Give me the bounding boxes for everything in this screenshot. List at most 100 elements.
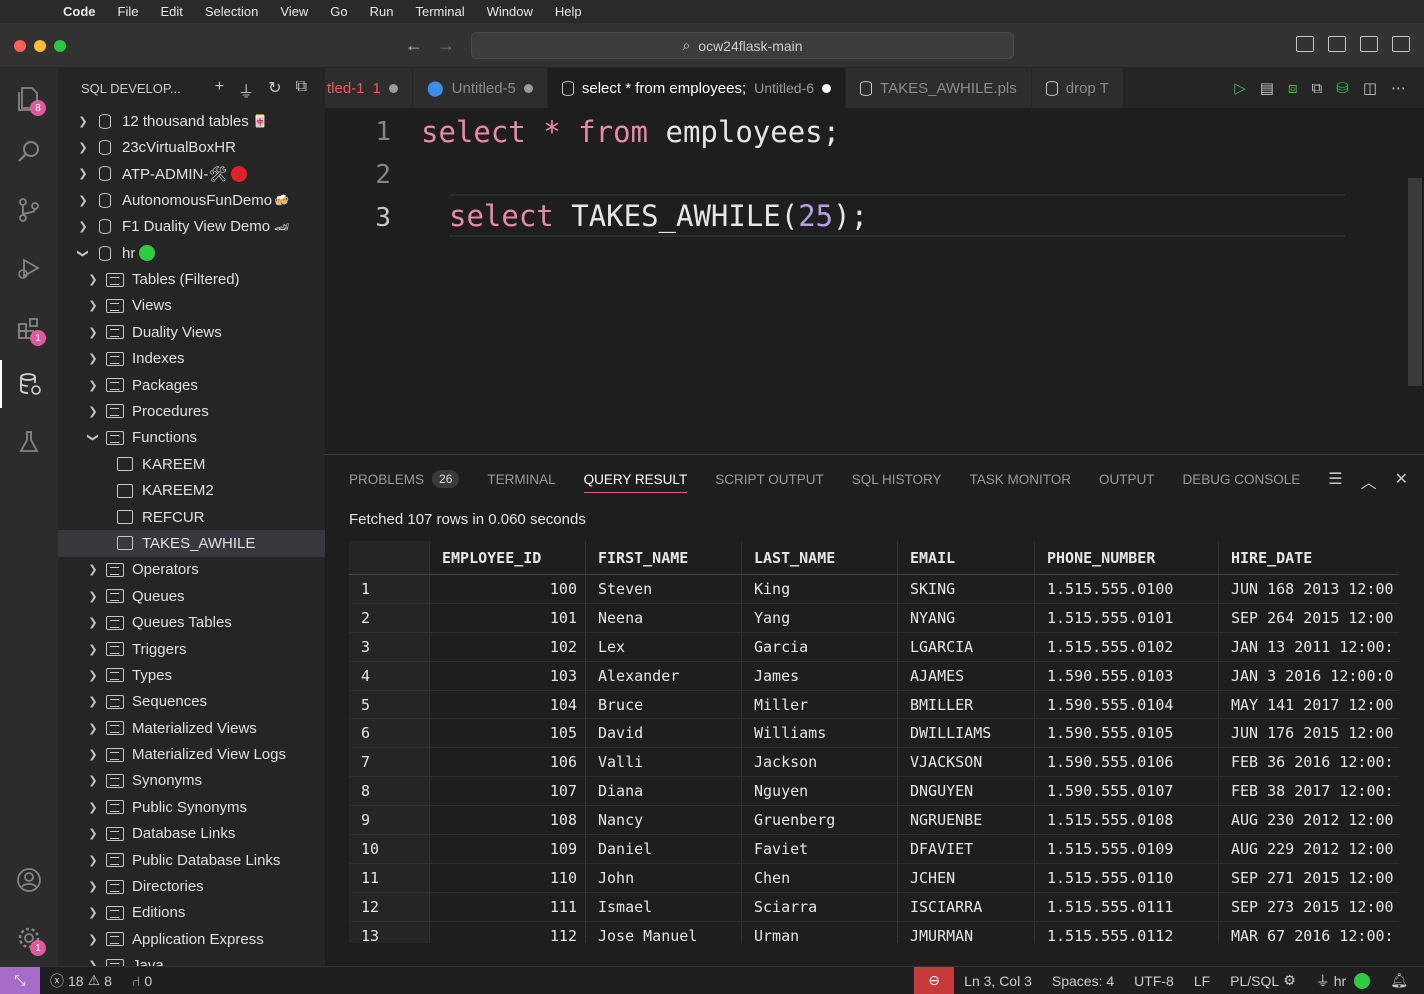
table-cell[interactable]: BMILLER [898,690,1035,719]
indentation[interactable]: Spaces: 4 [1042,973,1124,989]
tree-node[interactable]: ❯ Tables (Filtered) [58,266,325,292]
table-cell[interactable]: 100 [430,575,586,603]
tree-connection[interactable]: ❯ 12 thousand tables 🀄 [58,108,325,134]
chevron-right-icon[interactable]: ❯ [86,854,100,867]
table-cell[interactable]: 1.590.555.0106 [1035,748,1219,777]
chevron-right-icon[interactable]: ❯ [76,141,90,154]
unsaved-dot-icon[interactable] [822,83,832,93]
grid-header-cell[interactable]: FIRST_NAME [586,541,742,574]
table-cell[interactable]: Diana [586,777,742,806]
chevron-right-icon[interactable]: ❯ [86,590,100,603]
tree-function[interactable]: KAREEM [58,451,325,477]
menu-file[interactable]: File [107,4,150,19]
unsaved-dot-icon[interactable] [523,83,533,93]
accounts-icon[interactable] [0,856,58,904]
tree-connection[interactable]: ❯ 23cVirtualBoxHR [58,134,325,160]
toggle-primary-sidebar-icon[interactable] [1296,36,1314,52]
table-cell[interactable]: John [586,863,742,892]
table-row[interactable]: 5 104 Bruce Miller BMILLER 1.590.555.0104 MAY … [349,690,1399,720]
row-number-cell[interactable]: 6 [349,719,430,748]
menu-window[interactable]: Window [476,4,544,19]
table-cell[interactable]: Steven [586,575,742,603]
chevron-right-icon[interactable]: ❯ [86,933,100,946]
chevron-right-icon[interactable]: ❯ [86,722,100,735]
table-row[interactable]: 1 100 Steven King SKING 1.515.555.0100 JUN 168… [349,575,1399,604]
chevron-right-icon[interactable]: ❯ [86,352,100,365]
chevron-right-icon[interactable]: ❯ [86,827,100,840]
table-row[interactable]: 2 101 Neena Yang NYANG 1.515.555.0101 SEP 264 … [349,603,1399,633]
chevron-right-icon[interactable]: ❯ [86,880,100,893]
table-cell[interactable]: Jackson [742,748,898,777]
table-cell[interactable]: 105 [430,719,586,748]
table-cell[interactable]: MAY 141 2017 12:00 [1219,691,1399,719]
menu-terminal[interactable]: Terminal [405,4,476,19]
table-cell[interactable]: David [586,719,742,748]
table-row[interactable]: 7 106 Valli Jackson VJACKSON 1.590.555.0106 FE… [349,748,1399,778]
table-cell[interactable]: 1.590.555.0107 [1035,777,1219,806]
chevron-right-icon[interactable]: ❯ [86,669,100,682]
table-cell[interactable]: SEP 273 2015 12:00 [1219,893,1399,921]
table-cell[interactable]: LGARCIA [898,632,1035,661]
chevron-right-icon[interactable]: ❯ [76,167,90,180]
table-cell[interactable]: 101 [430,603,586,632]
customize-layout-icon[interactable] [1392,36,1410,52]
chevron-right-icon[interactable]: ❯ [86,563,100,576]
table-cell[interactable]: Nguyen [742,777,898,806]
table-cell[interactable]: VJACKSON [898,748,1035,777]
split-editor-icon[interactable]: ◫ [1363,79,1377,97]
chevron-right-icon[interactable]: ❯ [86,616,100,629]
row-number-cell[interactable]: 13 [349,921,430,943]
tree-node[interactable]: ❯ Views [58,293,325,319]
grid-header-cell[interactable]: EMPLOYEE_ID [430,541,586,574]
table-cell[interactable]: Miller [742,690,898,719]
table-cell[interactable]: 107 [430,777,586,806]
cursor-position[interactable]: Ln 3, Col 3 [954,973,1042,989]
commit-icon[interactable]: ⧈ [1288,80,1298,97]
menu-edit[interactable]: Edit [149,4,193,19]
add-connection-icon[interactable]: + [215,78,224,102]
tree-function-selected[interactable]: TAKES_AWHILE [58,530,325,557]
table-cell[interactable]: 1.590.555.0103 [1035,661,1219,690]
tab-untitled-5[interactable]: ⬤ Untitled-5 [412,68,548,108]
menu-code[interactable]: Code [52,4,107,19]
chevron-right-icon[interactable]: ❯ [76,115,90,128]
table-cell[interactable]: DFAVIET [898,835,1035,863]
forward-arrow-icon[interactable]: → [437,35,455,56]
row-number-cell[interactable]: 11 [349,863,430,892]
table-cell[interactable]: Alexander [586,661,742,690]
tree-node[interactable]: ❯ Operators [58,557,325,583]
grid-header-cell[interactable]: EMAIL [898,541,1035,574]
table-cell[interactable]: Williams [742,719,898,748]
chevron-right-icon[interactable]: ❯ [76,194,90,207]
remote-indicator-icon[interactable]: ⤡ [0,966,40,994]
tree-function[interactable]: KAREEM2 [58,477,325,503]
row-number-cell[interactable]: 5 [349,690,430,719]
testing-icon[interactable] [0,418,58,466]
tree-connection[interactable]: ❯ AutonomousFunDemo 🍻 [58,187,325,213]
table-row[interactable]: 3 102 Lex Garcia LGARCIA 1.515.555.0102 JAN 13… [349,632,1399,662]
row-number-cell[interactable]: 9 [349,806,430,835]
table-row[interactable]: 6 105 David Williams DWILLIAMS 1.590.555.0105… [349,719,1399,749]
tree-node[interactable]: ❯ Public Synonyms [58,794,325,820]
table-row[interactable]: 4 103 Alexander James AJAMES 1.590.555.0103 JA… [349,661,1399,691]
table-cell[interactable]: NGRUENBE [898,806,1035,835]
table-cell[interactable]: 1.515.555.0101 [1035,603,1219,632]
row-number-cell[interactable]: 2 [349,603,430,632]
zoom-out-icon[interactable]: ⊖ [914,966,955,994]
table-cell[interactable]: Chen [742,863,898,892]
table-cell[interactable]: MAR 67 2016 12:00: [1219,922,1399,943]
end-of-line[interactable]: LF [1184,973,1220,989]
tree-node[interactable]: ❯ Procedures [58,398,325,424]
tree-node[interactable]: ❯ Materialized View Logs [58,741,325,767]
table-cell[interactable]: 1.590.555.0104 [1035,690,1219,719]
table-row[interactable]: 8 107 Diana Nguyen DNGUYEN 1.590.555.0107 FEB … [349,777,1399,807]
toggle-panel-icon[interactable] [1328,36,1346,52]
tree-node[interactable]: ❯ Indexes [58,346,325,372]
table-cell[interactable]: AUG 229 2012 12:00 [1219,835,1399,863]
tree-node[interactable]: ❯ Queues [58,583,325,609]
tree-node[interactable]: ❯ Duality Views [58,319,325,345]
table-cell[interactable]: Daniel [586,835,742,863]
explain-plan-icon[interactable]: ⧉ [1312,80,1323,97]
table-cell[interactable]: King [742,575,898,603]
menu-help[interactable]: Help [544,4,593,19]
